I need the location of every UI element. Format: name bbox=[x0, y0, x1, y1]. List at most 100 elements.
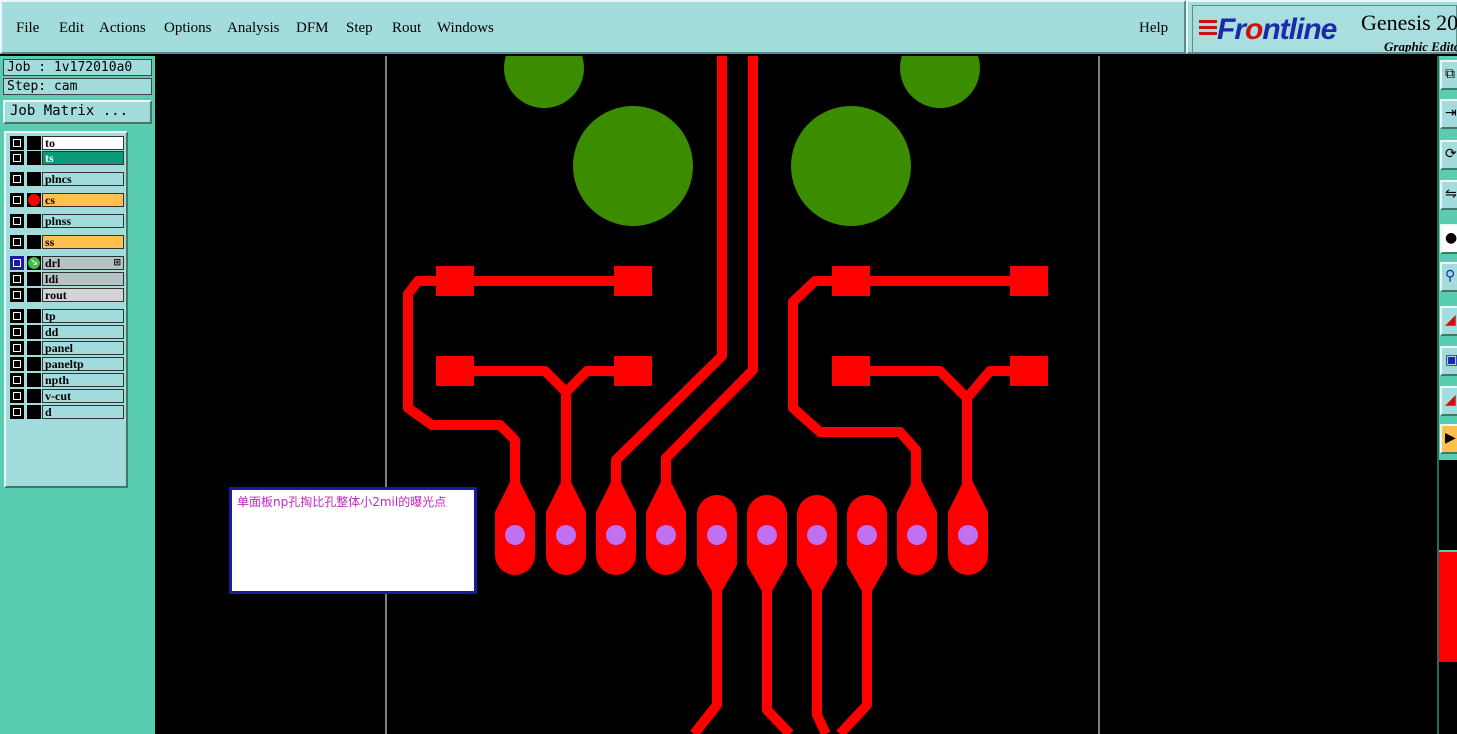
green-pad bbox=[900, 56, 980, 108]
job-name: Job : 1v172010a0 bbox=[3, 59, 152, 76]
layer-checkbox[interactable] bbox=[10, 325, 24, 339]
layer-marker[interactable] bbox=[27, 373, 41, 387]
layer-row-ts[interactable]: ts bbox=[8, 150, 128, 166]
layer-row-dd[interactable]: dd bbox=[8, 324, 128, 340]
layer-checkbox[interactable] bbox=[10, 193, 24, 207]
layer-row-paneltp[interactable]: paneltp bbox=[8, 356, 128, 372]
green-pad bbox=[791, 106, 911, 226]
menu-options[interactable]: Options bbox=[164, 20, 212, 37]
arc-icon[interactable]: ◢ bbox=[1440, 386, 1457, 416]
line-icon[interactable]: ◢ bbox=[1440, 306, 1457, 336]
layer-row-to[interactable]: to bbox=[8, 135, 128, 151]
menu-actions[interactable]: Actions bbox=[99, 20, 146, 37]
menu-help[interactable]: Help bbox=[1139, 20, 1168, 37]
step-name: Step: cam bbox=[3, 78, 152, 95]
layer-checkbox[interactable] bbox=[10, 151, 24, 165]
graphic-canvas[interactable] bbox=[155, 56, 1437, 734]
layer-name: d bbox=[42, 405, 124, 419]
menu-windows[interactable]: Windows bbox=[437, 20, 494, 37]
layer-name: ts bbox=[42, 151, 124, 165]
green-pad bbox=[573, 106, 693, 226]
play-icon[interactable]: ▶ bbox=[1440, 424, 1457, 454]
layer-row-tp[interactable]: tp bbox=[8, 308, 128, 324]
layer-name: cs bbox=[42, 193, 124, 207]
layer-name: plnss bbox=[42, 214, 124, 228]
layer-row-ss[interactable]: ss bbox=[8, 234, 128, 250]
layer-marker[interactable] bbox=[27, 214, 41, 228]
menu-step[interactable]: Step bbox=[346, 20, 373, 37]
layer-marker[interactable] bbox=[27, 136, 41, 150]
layer-checkbox[interactable] bbox=[10, 405, 24, 419]
npth-pads bbox=[504, 56, 980, 226]
annotation-note[interactable]: 单面板np孔掏比孔整体小2mil的曝光点 bbox=[229, 487, 477, 594]
layer-marker[interactable] bbox=[27, 172, 41, 186]
layer-name: tp bbox=[42, 309, 124, 323]
layer-checkbox[interactable] bbox=[10, 136, 24, 150]
layer-marker[interactable] bbox=[27, 235, 41, 249]
menu-edit[interactable]: Edit bbox=[59, 20, 84, 37]
pcb-drawing bbox=[385, 56, 1100, 734]
menu-analysis[interactable]: Analysis bbox=[227, 20, 280, 37]
layer-name: to bbox=[42, 136, 124, 150]
layer-row-cs[interactable]: cs bbox=[8, 192, 128, 208]
app-title: Genesis 2000 bbox=[1361, 10, 1457, 35]
layer-options-icon[interactable]: ⊞ bbox=[113, 257, 121, 269]
job-matrix-button[interactable]: Job Matrix ... bbox=[3, 100, 152, 124]
layer-checkbox[interactable] bbox=[10, 272, 24, 286]
pad-icon[interactable]: ▣ bbox=[1440, 346, 1457, 376]
layer-name: v-cut bbox=[42, 389, 124, 403]
work-layer-icon[interactable]: ↘ bbox=[27, 256, 41, 270]
move-icon[interactable]: ⇥ bbox=[1440, 99, 1457, 129]
layer-row-drl[interactable]: ↘ drl ⊞ bbox=[8, 255, 128, 271]
layer-row-plncs[interactable]: plncs bbox=[8, 171, 128, 187]
layer-checkbox[interactable] bbox=[10, 309, 24, 323]
toolbar-gap bbox=[1439, 460, 1457, 550]
layer-marker[interactable] bbox=[27, 325, 41, 339]
layer-checkbox[interactable] bbox=[10, 288, 24, 302]
brand-banner: Frontline Genesis 2000 Graphic Editor bbox=[1186, 0, 1457, 54]
green-pad bbox=[504, 56, 584, 108]
layer-name: paneltp bbox=[42, 357, 124, 371]
layer-row-v-cut[interactable]: v-cut bbox=[8, 388, 128, 404]
annotation-text: 单面板np孔掏比孔整体小2mil的曝光点 bbox=[237, 495, 447, 509]
toolbar-footer bbox=[1439, 662, 1457, 734]
layer-name: dd bbox=[42, 325, 124, 339]
mirror-icon[interactable]: ⇋ bbox=[1440, 180, 1457, 210]
layer-checkbox[interactable] bbox=[10, 341, 24, 355]
layer-marker[interactable] bbox=[27, 389, 41, 403]
snap-icon[interactable]: ⚲ bbox=[1440, 262, 1457, 292]
layer-checkbox[interactable] bbox=[10, 389, 24, 403]
layer-row-ldi[interactable]: ldi bbox=[8, 271, 128, 287]
layer-marker[interactable] bbox=[27, 357, 41, 371]
rotate-icon[interactable]: ⟳ bbox=[1440, 140, 1457, 170]
menu-dfm[interactable]: DFM bbox=[296, 20, 329, 37]
pin-pads-down bbox=[697, 495, 887, 600]
right-toolbar: ⧉ ⇥ ⟳ ⇋ ● ⚲ ◢ ▣ ◢ ▶ bbox=[1437, 56, 1457, 734]
circle-icon[interactable]: ● bbox=[1440, 224, 1457, 254]
layer-row-d[interactable]: d bbox=[8, 404, 128, 420]
layer-name: ss bbox=[42, 235, 124, 249]
layer-marker[interactable] bbox=[27, 288, 41, 302]
affected-layer-icon[interactable] bbox=[27, 193, 41, 207]
layer-row-rout[interactable]: rout bbox=[8, 287, 128, 303]
layer-checkbox[interactable] bbox=[10, 256, 24, 270]
menu-file[interactable]: File bbox=[16, 20, 39, 37]
layer-checkbox[interactable] bbox=[10, 235, 24, 249]
layer-checkbox[interactable] bbox=[10, 172, 24, 186]
layer-marker[interactable] bbox=[27, 309, 41, 323]
menu-rout[interactable]: Rout bbox=[392, 20, 421, 37]
layer-row-plnss[interactable]: plnss bbox=[8, 213, 128, 229]
layer-row-panel[interactable]: panel bbox=[8, 340, 128, 356]
pin-pads-up bbox=[495, 472, 988, 575]
copy-icon[interactable]: ⧉ bbox=[1440, 60, 1457, 90]
layer-name: panel bbox=[42, 341, 124, 355]
layer-checkbox[interactable] bbox=[10, 357, 24, 371]
layer-marker[interactable] bbox=[27, 151, 41, 165]
layer-marker[interactable] bbox=[27, 272, 41, 286]
layer-checkbox[interactable] bbox=[10, 373, 24, 387]
layer-row-npth[interactable]: npth bbox=[8, 372, 128, 388]
layer-checkbox[interactable] bbox=[10, 214, 24, 228]
layer-list: to ts plncs cs plnss ss ↘ drl ⊞ ldi rout tp dd panel p… bbox=[4, 131, 128, 488]
layer-marker[interactable] bbox=[27, 405, 41, 419]
layer-marker[interactable] bbox=[27, 341, 41, 355]
